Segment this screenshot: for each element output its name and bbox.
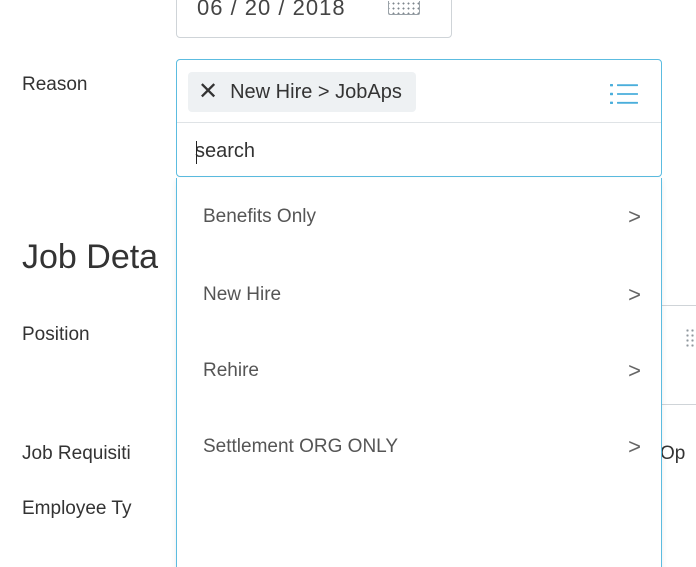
text-caret	[196, 141, 197, 164]
chevron-right-icon: >	[628, 358, 641, 383]
dropdown-item-label: Settlement ORG ONLY	[203, 436, 398, 457]
list-icon[interactable]	[610, 82, 638, 106]
dropdown-item-label: Rehire	[203, 360, 259, 381]
dropdown-item-settlement-org-only[interactable]: Settlement ORG ONLY >	[177, 428, 661, 468]
dropdown-item-new-hire[interactable]: New Hire >	[177, 276, 661, 316]
calendar-icon[interactable]	[388, 1, 420, 15]
hire-date-field[interactable]: 06 / 20 / 2018	[176, 0, 452, 38]
close-icon[interactable]: ✕	[198, 80, 218, 104]
employee-type-label: Employee Ty	[22, 498, 132, 519]
chevron-right-icon: >	[628, 204, 641, 229]
dropdown-item-label: Benefits Only	[203, 206, 316, 227]
chevron-right-icon: >	[628, 434, 641, 459]
chevron-right-icon: >	[628, 282, 641, 307]
page: 06 / 20 / 2018 Reason Job Deta Position …	[0, 0, 696, 567]
selected-reason-pill[interactable]: ✕ New Hire > JobAps	[188, 72, 416, 112]
section-title-job-details: Job Deta	[22, 238, 159, 276]
reason-search-input[interactable]	[195, 136, 635, 166]
job-requisition-value: Op	[660, 443, 686, 464]
reason-dropdown: Benefits Only > New Hire > Rehire > Sett…	[176, 178, 662, 567]
dropdown-item-label: New Hire	[203, 284, 282, 305]
search-divider	[177, 122, 661, 123]
drag-handle-icon[interactable]	[685, 328, 695, 348]
position-label: Position	[22, 324, 90, 345]
dropdown-item-rehire[interactable]: Rehire >	[177, 352, 661, 392]
job-requisition-label: Job Requisiti	[22, 443, 131, 464]
selected-reason-text: New Hire > JobAps	[230, 80, 402, 103]
dropdown-item-benefits-only[interactable]: Benefits Only >	[177, 198, 661, 238]
hire-date-value: 06 / 20 / 2018	[197, 0, 346, 20]
reason-label: Reason	[22, 74, 88, 95]
reason-selector[interactable]: ✕ New Hire > JobAps	[176, 59, 662, 177]
